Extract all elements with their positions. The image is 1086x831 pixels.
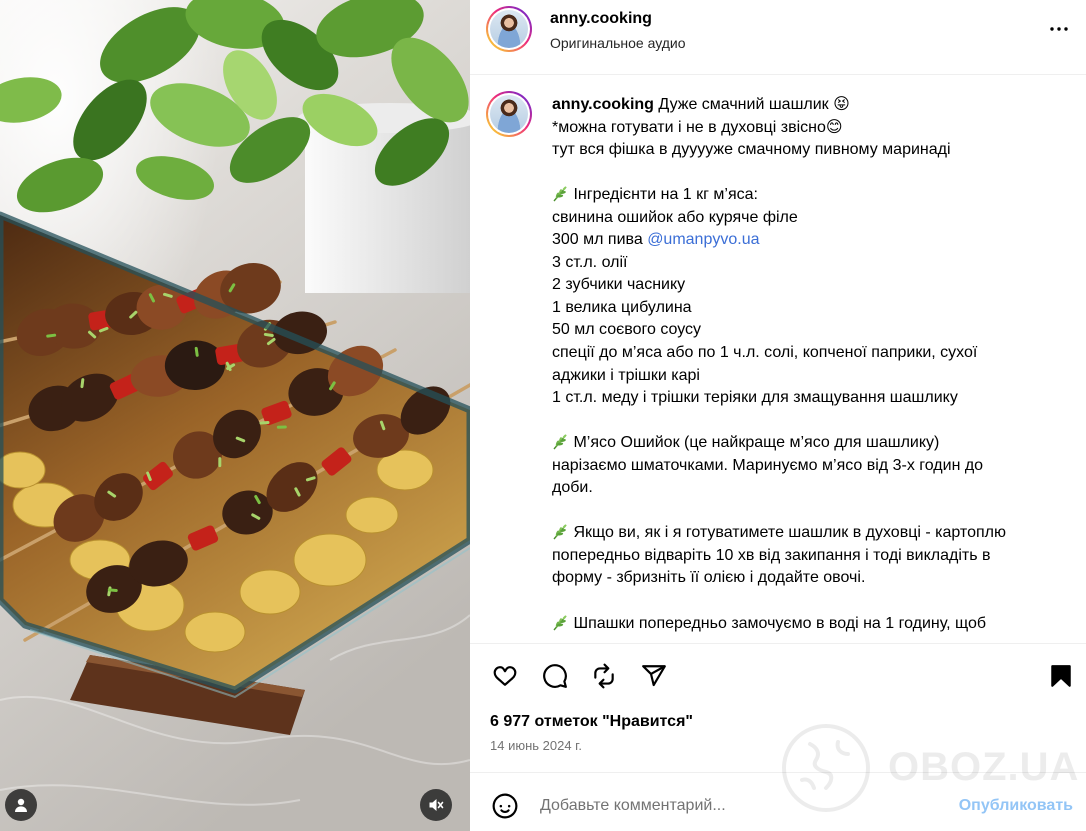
caption-line: anny.cooking Дуже смачний шашлик 😝: [552, 94, 1006, 117]
caption-text: 2 зубчики часнику: [552, 276, 686, 294]
caption-line: Інгредієнти на 1 кг м’яса:: [552, 184, 1006, 207]
mention-link[interactable]: @umanpyvo.ua: [647, 231, 759, 248]
caption-line: *можна готувати і не в духовці звісно😊: [552, 117, 1006, 140]
tag-people-button[interactable]: [5, 789, 37, 821]
caption-text: тут вся фішка в дууууже смачному пивному…: [552, 141, 951, 159]
herb-icon: [552, 614, 569, 631]
post-comment-button[interactable]: Опубликовать: [959, 796, 1073, 816]
post-date: 14 июнь 2024 г.: [490, 738, 582, 753]
caption-line: свинина ошийок або куряче філе: [552, 207, 1006, 230]
caption-line: тут вся фішка в дууууже смачному пивному…: [552, 139, 1006, 162]
caption-text: спеції до м’яса або по 1 ч.л. солі, копч…: [552, 344, 978, 362]
like-button[interactable]: [492, 663, 518, 689]
caption-line: 1 велика цибулина: [552, 297, 1006, 320]
caption-line: 50 мл соєвого соусу: [552, 319, 1006, 342]
post-photo[interactable]: [0, 0, 470, 831]
caption-text: доби.: [552, 479, 593, 497]
caption-line: 2 зубчики часнику: [552, 274, 1006, 297]
comment-button[interactable]: [542, 663, 568, 689]
caption-text: Інгредієнти на 1 кг м’яса:: [569, 186, 758, 204]
caption-text: Дуже смачний шашлик 😝: [653, 96, 850, 113]
avatar-photo: [490, 10, 528, 48]
caption-line: М’ясо Ошийок (це найкраще м’ясо для шашл…: [552, 432, 1006, 455]
scallion-bit: [276, 425, 287, 429]
herb-icon: [552, 433, 569, 450]
caption-line: нарізаємо шматочками. Маринуємо м’ясо ві…: [552, 455, 1006, 478]
caption-text-block: anny.cooking Дуже смачний шашлик 😝 *можна…: [552, 94, 1006, 635]
caption-line: спеції до м’яса або по 1 ч.л. солі, копч…: [552, 342, 1006, 365]
caption-text: аджики і трішки карі: [552, 366, 700, 384]
smiley-icon: [492, 793, 518, 819]
caption-text: форму - збризніть її олією і додайте ово…: [552, 569, 866, 587]
caption-text: 1 ст.л. меду і трішки теріяки для змащув…: [552, 389, 958, 407]
caption-line: Шпашки попередньо замочуємо в воді на 1 …: [552, 613, 1006, 636]
author-avatar[interactable]: [486, 6, 532, 52]
send-icon: [642, 665, 666, 687]
caption-text: Шпашки попередньо замочуємо в воді на 1 …: [569, 614, 987, 632]
caption-text: М’ясо Ошийок (це найкраще м’ясо для шашл…: [569, 434, 940, 452]
save-button[interactable]: [1048, 663, 1074, 689]
caption-line: форму - збризніть її олією і додайте ово…: [552, 567, 1006, 590]
likes-count[interactable]: 6 977 отметок "Нравится": [490, 711, 693, 733]
caption-text: *можна готувати і не в духовці звісно😊: [552, 118, 843, 136]
caption-username[interactable]: anny.cooking: [552, 96, 654, 113]
caption-text: свинина ошийок або куряче філе: [552, 208, 798, 226]
user-tag-icon: [15, 798, 27, 812]
caption-text: 3 ст.л. олії: [552, 253, 628, 271]
repost-icon: [594, 663, 614, 689]
divider: [470, 643, 1086, 644]
comment-input[interactable]: [540, 794, 920, 818]
herb-icon: [552, 185, 569, 202]
scallion-bit: [218, 457, 222, 468]
emoji-picker-button[interactable]: [492, 793, 518, 819]
muted-speaker-icon: [429, 799, 444, 811]
heart-icon: [493, 666, 517, 687]
author-username[interactable]: anny.cooking: [550, 9, 652, 29]
repost-button[interactable]: [591, 663, 617, 689]
bookmark-icon: [1051, 665, 1071, 687]
more-options-button[interactable]: [1046, 17, 1072, 41]
more-horizontal-icon: [1050, 27, 1068, 31]
share-button[interactable]: [641, 663, 667, 689]
caption-line: Якщо ви, як і я готуватимете шашлик в ду…: [552, 522, 1006, 545]
original-audio-link[interactable]: Оригинальное аудио: [550, 34, 686, 52]
caption-text: Якщо ви, як і я готуватимете шашлик в ду…: [569, 524, 1006, 542]
food-photo-illustration: [0, 0, 470, 831]
caption-line: аджики і трішки карі: [552, 365, 1006, 388]
caption-line: попередньо відваріть 10 хв від закипання…: [552, 545, 1006, 568]
caption-text: 300 мл пива: [552, 231, 648, 249]
caption-author-avatar[interactable]: [486, 91, 532, 137]
watermark-text: OBOZ.UA: [888, 745, 1080, 789]
caption-line: доби.: [552, 477, 1006, 500]
caption-text: 1 велика цибулина: [552, 298, 692, 316]
caption-line: 1 ст.л. меду і трішки теріяки для змащув…: [552, 387, 1006, 410]
avatar-photo: [490, 95, 528, 133]
caption-line: 3 ст.л. олії: [552, 252, 1006, 275]
post-header: anny.cooking Оригинальное аудио: [470, 0, 1086, 75]
divider: [470, 772, 1086, 773]
post-caption: anny.cooking Дуже смачний шашлик 😝 *можна…: [470, 75, 1086, 643]
mute-button[interactable]: [420, 789, 452, 821]
caption-line: 300 мл пива @umanpyvo.ua: [552, 229, 1006, 252]
caption-text: попередньо відваріть 10 хв від закипання…: [552, 546, 991, 564]
caption-text: нарізаємо шматочками. Маринуємо м’ясо ві…: [552, 456, 984, 474]
comment-icon: [543, 664, 567, 688]
caption-text: 50 мл соєвого соусу: [552, 321, 702, 339]
post-details-panel: anny.cooking Оригинальное аудио anny.coo…: [470, 0, 1086, 831]
herb-icon: [552, 523, 569, 540]
